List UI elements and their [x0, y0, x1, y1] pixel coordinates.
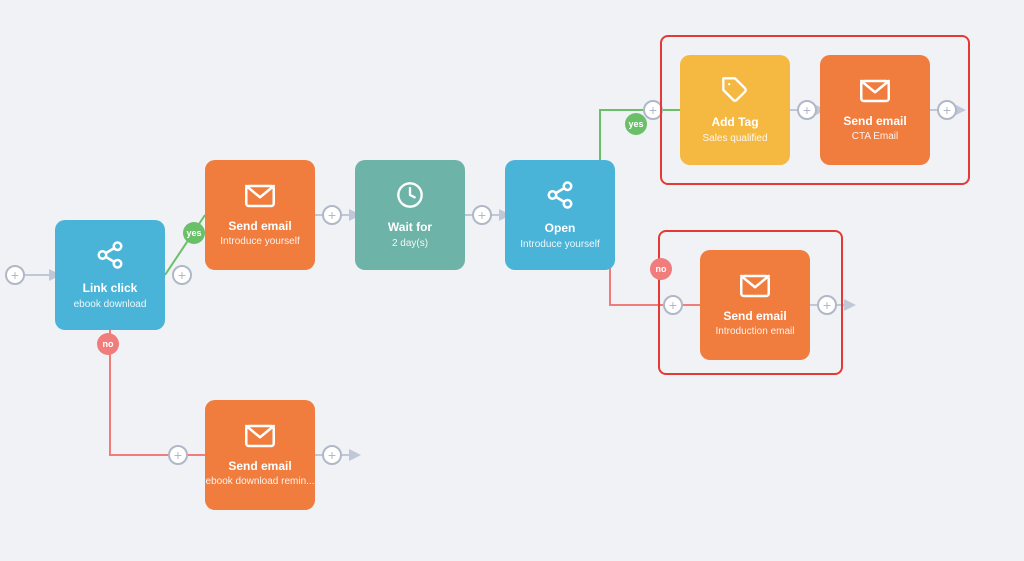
plus-button-before-ebook[interactable]: + — [168, 445, 188, 465]
node-send-email-cta-subtitle: CTA Email — [852, 131, 899, 142]
wait-for-icon — [396, 181, 424, 216]
plus-button-after-send1[interactable]: + — [322, 205, 342, 225]
node-send-email-1-title: Send email — [228, 219, 291, 235]
plus-button-after-intro[interactable]: + — [817, 295, 837, 315]
node-add-tag[interactable]: Add Tag Sales qualified — [680, 55, 790, 165]
node-add-tag-title: Add Tag — [711, 115, 758, 131]
badge-yes-main: yes — [183, 222, 205, 244]
node-send-email-1[interactable]: Send email Introduce yourself — [205, 160, 315, 270]
send-email-1-icon — [245, 183, 275, 215]
badge-yes-top: yes — [625, 113, 647, 135]
node-open-subtitle: Introduce yourself — [520, 239, 600, 250]
workflow-canvas: + Link click ebook download + yes no Sen… — [0, 0, 1024, 561]
node-send-email-cta[interactable]: Send email CTA Email — [820, 55, 930, 165]
node-send-email-ebook[interactable]: Send email ebook download remin... — [205, 400, 315, 510]
node-send-email-ebook-title: Send email — [228, 459, 291, 475]
node-send-email-cta-title: Send email — [843, 114, 906, 130]
node-open[interactable]: Open Introduce yourself — [505, 160, 615, 270]
send-email-cta-icon — [860, 78, 890, 110]
plus-button-after-wait[interactable]: + — [472, 205, 492, 225]
link-click-icon — [95, 240, 125, 277]
open-icon — [545, 180, 575, 217]
node-send-email-1-subtitle: Introduce yourself — [220, 236, 300, 247]
plus-button-after-cta[interactable]: + — [937, 100, 957, 120]
plus-button-between-tag-cta[interactable]: + — [797, 100, 817, 120]
send-email-ebook-icon — [245, 423, 275, 455]
node-link-click[interactable]: Link click ebook download — [55, 220, 165, 330]
send-email-intro-icon — [740, 273, 770, 305]
node-wait-for-title: Wait for — [388, 220, 432, 236]
node-send-email-intro-subtitle: Introduction email — [716, 326, 795, 337]
plus-button-before-add-tag[interactable]: + — [643, 100, 663, 120]
node-add-tag-subtitle: Sales qualified — [702, 133, 767, 144]
add-tag-icon — [721, 76, 749, 111]
node-send-email-intro-title: Send email — [723, 309, 786, 325]
node-open-title: Open — [545, 221, 576, 237]
node-send-email-ebook-subtitle: ebook download remin... — [206, 476, 315, 487]
plus-button-start[interactable]: + — [5, 265, 25, 285]
badge-no-mid: no — [650, 258, 672, 280]
node-link-click-subtitle: ebook download — [74, 299, 147, 310]
node-send-email-intro[interactable]: Send email Introduction email — [700, 250, 810, 360]
node-wait-for[interactable]: Wait for 2 day(s) — [355, 160, 465, 270]
node-wait-for-subtitle: 2 day(s) — [392, 238, 428, 249]
badge-no-bottom: no — [97, 333, 119, 355]
plus-button-before-intro[interactable]: + — [663, 295, 683, 315]
plus-button-after-link-click[interactable]: + — [172, 265, 192, 285]
plus-button-after-ebook[interactable]: + — [322, 445, 342, 465]
node-link-click-title: Link click — [83, 281, 138, 297]
